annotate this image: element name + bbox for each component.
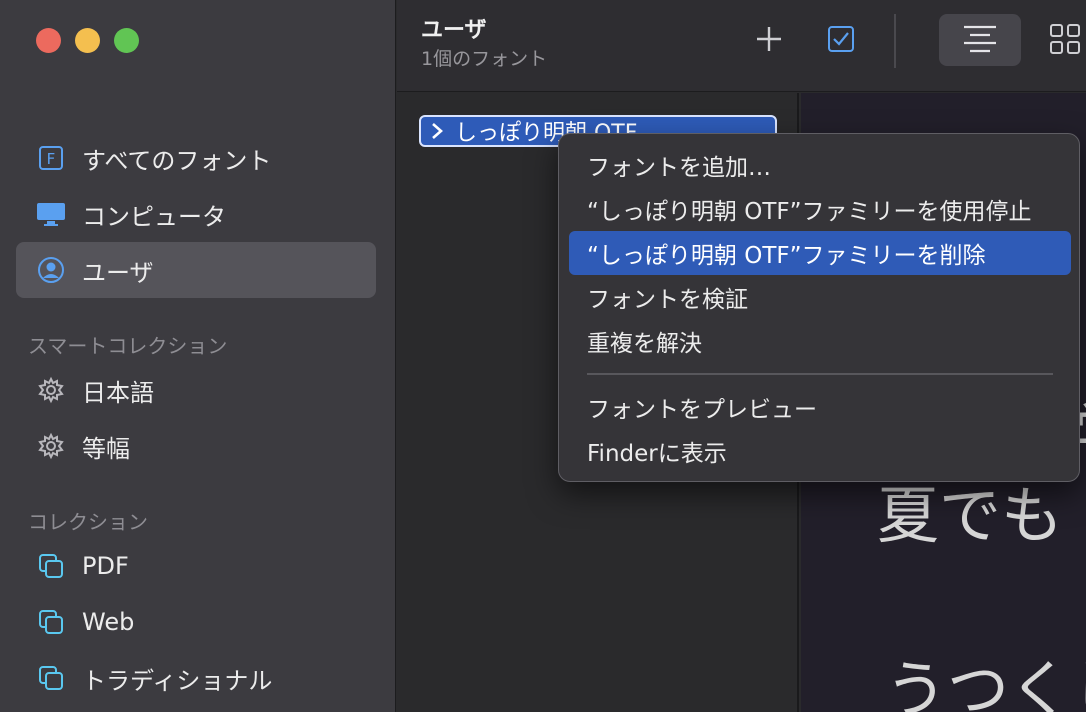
sidebar-item-label: すべてのフォント: [82, 146, 272, 175]
menu-item-validate-fonts[interactable]: フォントを検証: [569, 275, 1071, 319]
checkbox-icon: [826, 24, 856, 58]
display-icon: [36, 199, 66, 229]
sidebar-item-label: コンピュータ: [82, 202, 226, 231]
sidebar-item-user[interactable]: ユーザ: [16, 242, 376, 298]
menu-item-disable-family[interactable]: “しっぽり明朝 OTF”ファミリーを使用停止: [569, 187, 1071, 231]
svg-text:F: F: [47, 150, 56, 168]
plus-icon: [754, 24, 784, 58]
validate-button[interactable]: [821, 18, 861, 64]
sidebar-item-web[interactable]: Web: [16, 594, 376, 650]
menu-item-add-fonts[interactable]: フォントを追加…: [569, 143, 1071, 187]
menu-item-resolve-duplicates[interactable]: 重複を解決: [569, 319, 1071, 363]
minimize-button[interactable]: [75, 28, 100, 53]
sidebar-item-pdf[interactable]: PDF: [16, 538, 376, 594]
menu-separator: [587, 373, 1053, 375]
close-button[interactable]: [36, 28, 61, 53]
window-controls: [36, 28, 139, 53]
menu-item-preview-fonts[interactable]: フォントをプレビュー: [569, 385, 1071, 429]
menu-item-remove-family[interactable]: “しっぽり明朝 OTF”ファミリーを削除: [569, 231, 1071, 275]
toolbar-divider: [894, 14, 896, 68]
sidebar-item-all-fonts[interactable]: F すべてのフォント: [16, 130, 376, 186]
collection-icon: [36, 607, 66, 637]
grid-view-button[interactable]: [1045, 18, 1085, 64]
window-title: ユーザ: [421, 18, 487, 43]
preview-line: うつくし: [885, 653, 1086, 712]
font-book-icon: F: [36, 143, 66, 173]
sidebar-item-label: ユーザ: [82, 258, 154, 287]
menu-item-show-in-finder[interactable]: Finderに表示: [569, 429, 1071, 473]
sidebar-item-japanese[interactable]: 日本語: [16, 362, 376, 418]
sidebar-item-traditional[interactable]: トラディショナル: [16, 650, 376, 706]
gear-icon: [36, 431, 66, 461]
grid-icon: [1048, 22, 1082, 60]
list-view-button[interactable]: [939, 14, 1021, 66]
sidebar-item-label: トラディショナル: [82, 666, 273, 695]
font-count: 1個のフォント: [421, 48, 548, 70]
collection-icon: [36, 551, 66, 581]
text-align-icon: [961, 23, 999, 57]
zoom-button[interactable]: [114, 28, 139, 53]
collection-icon: [36, 663, 66, 693]
sidebar-item-monospace[interactable]: 等幅: [16, 418, 376, 474]
collections-header: コレクション: [28, 510, 148, 534]
gear-icon: [36, 375, 66, 405]
sidebar-item-label: Web: [82, 608, 135, 636]
chevron-right-icon[interactable]: [429, 122, 445, 140]
sidebar-item-label: PDF: [82, 552, 129, 580]
smart-collections-header: スマートコレクション: [28, 334, 228, 358]
context-menu: フォントを追加… “しっぽり明朝 OTF”ファミリーを使用停止 “しっぽり明朝 …: [558, 133, 1080, 482]
sidebar-item-label: 等幅: [82, 434, 130, 463]
user-circle-icon: [36, 255, 66, 285]
add-button[interactable]: [749, 18, 789, 64]
sidebar-item-computer[interactable]: コンピュータ: [16, 186, 376, 242]
sidebar-item-label: 日本語: [82, 378, 154, 407]
sidebar: F すべてのフォント コンピュータ ユーザ スマートコレクション 日本語 等幅 …: [0, 0, 396, 712]
toolbar: ユーザ 1個のフォント: [397, 0, 1086, 92]
